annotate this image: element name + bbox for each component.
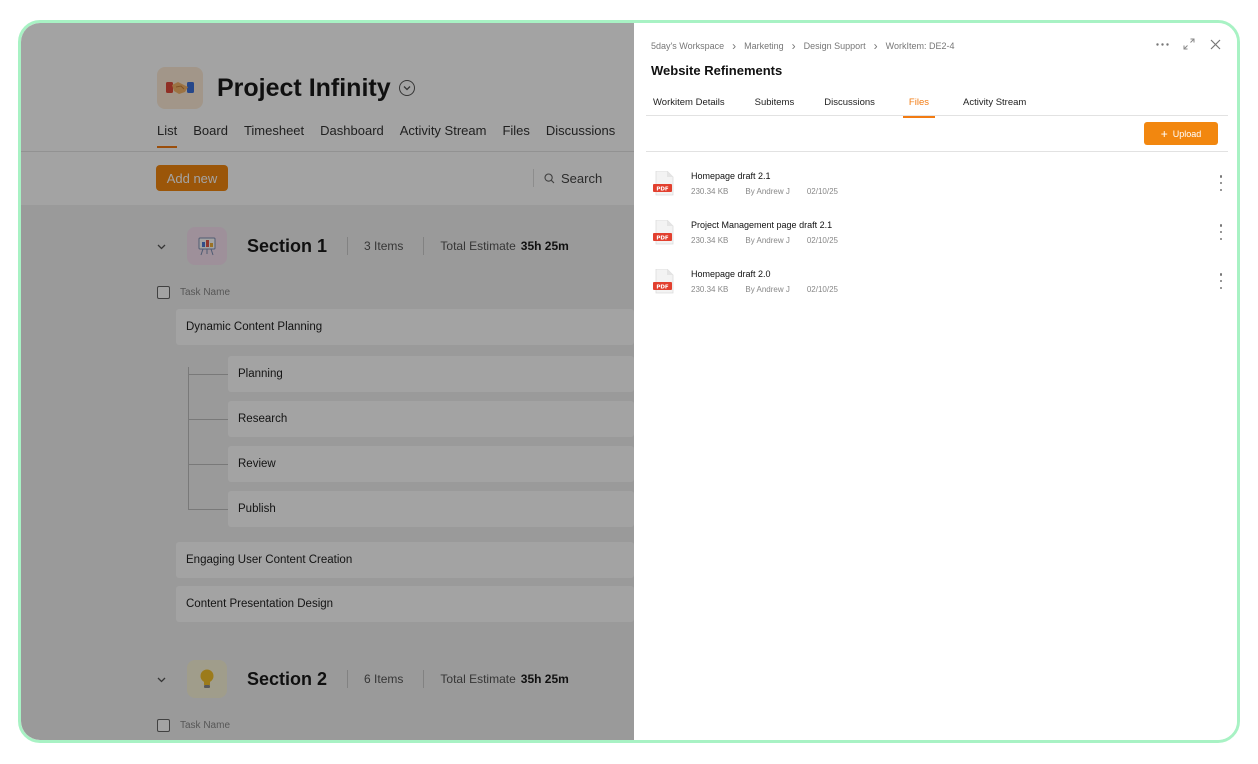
file-author: By Andrew J bbox=[745, 285, 790, 294]
more-horizontal-icon[interactable] bbox=[1153, 36, 1171, 52]
file-author: By Andrew J bbox=[745, 236, 790, 245]
subtask-row[interactable]: Publish bbox=[228, 491, 634, 527]
file-row[interactable]: PDF Homepage draft 2.0 230.34 KB By Andr… bbox=[651, 268, 1226, 301]
upload-label: Upload bbox=[1172, 128, 1202, 139]
select-all-checkbox[interactable] bbox=[157, 719, 170, 732]
pdf-badge-label: PDF bbox=[656, 284, 669, 290]
breadcrumb: 5day's Workspace › Marketing › Design Su… bbox=[651, 39, 955, 53]
file-meta: 230.34 KB By Andrew J 02/10/25 bbox=[691, 187, 855, 196]
search-input[interactable]: Search bbox=[533, 169, 602, 187]
file-row[interactable]: PDF Project Management page draft 2.1 23… bbox=[651, 219, 1226, 252]
section-items-count: 6 Items bbox=[347, 670, 423, 688]
tab-list[interactable]: List bbox=[157, 123, 178, 148]
subtask-tree-branch bbox=[188, 464, 228, 465]
task-row[interactable]: Engaging User Content Creation bbox=[176, 542, 634, 578]
file-name[interactable]: Homepage draft 2.0 bbox=[691, 269, 771, 279]
chevron-down-circle-icon[interactable] bbox=[398, 80, 415, 96]
breadcrumb-design-support[interactable]: Design Support bbox=[804, 41, 866, 51]
file-date: 02/10/25 bbox=[806, 236, 838, 245]
section-title: Section 1 bbox=[247, 235, 328, 256]
tabs-divider bbox=[21, 151, 634, 152]
section-title: Section 2 bbox=[247, 668, 328, 689]
expand-icon[interactable] bbox=[1180, 36, 1198, 52]
task-row[interactable]: Dynamic Content Planning bbox=[176, 309, 634, 345]
subtask-tree-line bbox=[188, 367, 189, 510]
add-new-button[interactable]: Add new bbox=[156, 165, 228, 191]
estimate-label: Total Estimate bbox=[440, 672, 516, 686]
section-total-estimate: Total Estimate 35h 25m bbox=[423, 237, 588, 255]
upload-divider bbox=[646, 151, 1228, 152]
file-date: 02/10/25 bbox=[806, 187, 838, 196]
search-label: Search bbox=[561, 170, 603, 186]
tabs-divider bbox=[646, 115, 1228, 116]
file-row[interactable]: PDF Homepage draft 2.1 230.34 KB By Andr… bbox=[651, 170, 1226, 203]
breadcrumb-workspace[interactable]: 5day's Workspace bbox=[651, 41, 724, 51]
workitem-panel: 5day's Workspace › Marketing › Design Su… bbox=[634, 23, 1237, 740]
file-date: 02/10/25 bbox=[806, 285, 838, 294]
subtask-tree-branch bbox=[188, 509, 228, 510]
tab-board[interactable]: Board bbox=[193, 123, 228, 148]
chevron-right-icon: › bbox=[791, 39, 796, 53]
project-header: Project Infinity bbox=[157, 67, 415, 109]
subtask-tree-branch bbox=[188, 419, 228, 420]
chevron-down-icon[interactable] bbox=[157, 239, 171, 253]
plus-icon: + bbox=[1160, 126, 1168, 141]
pdf-file-icon: PDF bbox=[653, 268, 675, 295]
estimate-value: 35h 25m bbox=[520, 239, 569, 253]
task-name-header: Task Name bbox=[157, 719, 230, 732]
tab-discussions[interactable]: Discussions bbox=[546, 123, 615, 148]
project-view: Project Infinity List Board Timesheet Da… bbox=[21, 23, 634, 740]
file-name[interactable]: Project Management page draft 2.1 bbox=[691, 220, 832, 230]
tab-dashboard[interactable]: Dashboard bbox=[320, 123, 384, 148]
file-size: 230.34 KB bbox=[691, 236, 729, 245]
file-size: 230.34 KB bbox=[691, 285, 729, 294]
section-header: Section 2 6 Items Total Estimate 35h 25m bbox=[157, 660, 589, 698]
select-all-checkbox[interactable] bbox=[157, 286, 170, 299]
search-icon bbox=[544, 172, 555, 183]
pdf-file-icon: PDF bbox=[653, 219, 675, 246]
lightbulb-icon bbox=[187, 660, 227, 698]
presentation-board-icon bbox=[187, 227, 227, 265]
pdf-badge-label: PDF bbox=[656, 235, 669, 241]
project-title: Project Infinity bbox=[217, 73, 391, 102]
section-header: Section 1 3 Items Total Estimate 35h 25m bbox=[157, 227, 589, 265]
task-name-label: Task Name bbox=[180, 287, 231, 298]
handshake-icon bbox=[157, 67, 203, 109]
subtask-row[interactable]: Review bbox=[228, 446, 634, 482]
pdf-file-icon: PDF bbox=[653, 170, 675, 197]
project-tabs: List Board Timesheet Dashboard Activity … bbox=[157, 123, 631, 148]
subtask-row[interactable]: Planning bbox=[228, 356, 634, 392]
section-total-estimate: Total Estimate 35h 25m bbox=[423, 670, 588, 688]
kebab-menu-icon[interactable] bbox=[1216, 273, 1226, 289]
chevron-right-icon: › bbox=[732, 39, 737, 53]
kebab-menu-icon[interactable] bbox=[1216, 175, 1226, 191]
subtask-row[interactable]: Research bbox=[228, 401, 634, 437]
tab-files[interactable]: Files bbox=[502, 123, 529, 148]
file-author: By Andrew J bbox=[745, 187, 790, 196]
kebab-menu-icon[interactable] bbox=[1216, 224, 1226, 240]
file-meta: 230.34 KB By Andrew J 02/10/25 bbox=[691, 236, 855, 245]
task-name-label: Task Name bbox=[180, 720, 231, 731]
tab-activity-stream[interactable]: Activity Stream bbox=[400, 123, 487, 148]
tab-timesheet[interactable]: Timesheet bbox=[244, 123, 304, 148]
chevron-down-icon[interactable] bbox=[157, 672, 171, 686]
breadcrumb-workitem[interactable]: WorkItem: DE2-4 bbox=[886, 41, 955, 51]
pdf-badge-label: PDF bbox=[656, 186, 669, 192]
subtask-tree-branch bbox=[188, 374, 228, 375]
task-row[interactable]: Content Presentation Design bbox=[176, 586, 634, 622]
chevron-right-icon: › bbox=[873, 39, 878, 53]
file-meta: 230.34 KB By Andrew J 02/10/25 bbox=[691, 285, 855, 294]
task-name-header: Task Name bbox=[157, 286, 230, 299]
upload-button[interactable]: + Upload bbox=[1144, 122, 1218, 145]
file-size: 230.34 KB bbox=[691, 187, 729, 196]
app-frame: Project Infinity List Board Timesheet Da… bbox=[18, 20, 1240, 743]
section-items-count: 3 Items bbox=[347, 237, 423, 255]
breadcrumb-marketing[interactable]: Marketing bbox=[744, 41, 784, 51]
estimate-label: Total Estimate bbox=[440, 239, 516, 253]
workitem-title: Website Refinements bbox=[651, 63, 783, 78]
file-name[interactable]: Homepage draft 2.1 bbox=[691, 171, 771, 181]
estimate-value: 35h 25m bbox=[520, 672, 569, 686]
close-icon[interactable] bbox=[1206, 36, 1224, 52]
